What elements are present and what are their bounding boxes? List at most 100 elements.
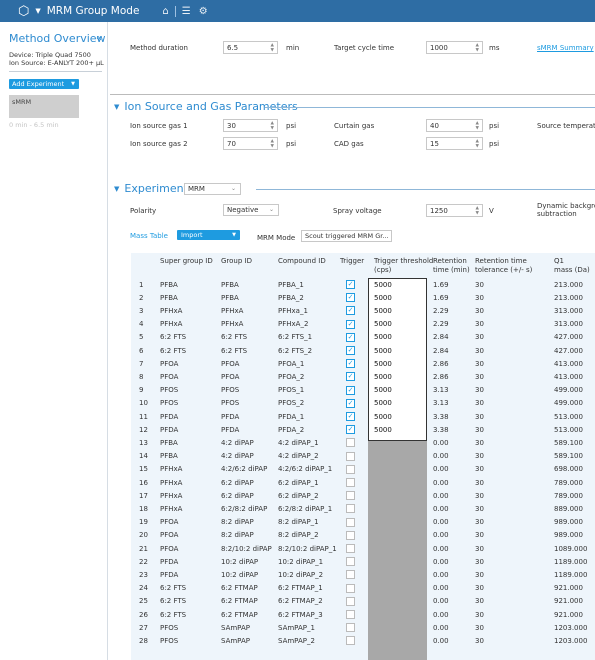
experiment-type-select[interactable]: MRM ⌄: [184, 183, 241, 195]
table-row[interactable]: 27 PFOS SAmPAP SAmPAP_1 0.00 30 1203.000: [131, 621, 595, 634]
col-header-trigger[interactable]: Trigger: [340, 257, 364, 266]
curtain-gas-input[interactable]: 40 ▲ ▼: [426, 119, 483, 132]
trigger-checkbox[interactable]: ✓: [346, 280, 355, 289]
mrm-mode-select[interactable]: Scout triggered MRM Gr...: [301, 230, 392, 242]
spinner-arrows-icon[interactable]: ▲ ▼: [476, 206, 479, 216]
trigger-checkbox[interactable]: [346, 636, 355, 646]
table-row[interactable]: 11 PFDA PFDA PFDA_1 3.38 30 513.000 ✓ 5000: [131, 410, 595, 423]
table-row[interactable]: 23 PFDA 10:2 diPAP 10:2 diPAP_2 0.00 30 1189.0…: [131, 568, 595, 581]
trigger-checkbox[interactable]: [346, 504, 355, 514]
trigger-checkbox[interactable]: ✓: [346, 372, 355, 382]
cell-trigger-threshold[interactable]: 5000: [374, 347, 392, 355]
table-row[interactable]: 10 PFOS PFOS PFOS_2 3.13 30 499.000 ✓ 5000: [131, 397, 595, 410]
table-row[interactable]: 9 PFOS PFOS PFOS_1 3.13 30 499.000 ✓ 5000: [131, 384, 595, 397]
col-header-compound[interactable]: Compound ID: [278, 257, 326, 266]
trigger-checkbox[interactable]: [346, 596, 355, 606]
table-row[interactable]: 19 PFOA 8:2 diPAP 8:2 diPAP_1 0.00 30 989.000: [131, 516, 595, 529]
import-button[interactable]: Import ▼: [177, 230, 240, 240]
table-row[interactable]: 1 PFBA PFBA PFBA_1 1.69 30 213.000 ✓ 5000: [131, 278, 595, 291]
trigger-checkbox[interactable]: ✓: [346, 398, 355, 408]
trigger-checkbox[interactable]: ✓: [346, 359, 355, 369]
trigger-checkbox[interactable]: ✓: [346, 319, 355, 329]
cell-trigger-threshold[interactable]: 5000: [374, 281, 392, 289]
trigger-checkbox[interactable]: [346, 544, 355, 553]
cad-gas-input[interactable]: 15 ▲ ▼: [426, 137, 483, 150]
chevron-down-icon[interactable]: ▼: [35, 7, 40, 15]
table-row[interactable]: 28 PFOS SAmPAP SAmPAP_2 0.00 30 1203.000: [131, 634, 595, 647]
col-header-group[interactable]: Group ID: [221, 257, 252, 266]
col-header-threshold[interactable]: Trigger threshold (cps): [374, 257, 433, 274]
trigger-checkbox[interactable]: ✓: [346, 332, 355, 342]
method-duration-input[interactable]: 6.5 ▲ ▼: [223, 41, 278, 54]
target-cycle-time-input[interactable]: 1000 ▲ ▼: [426, 41, 483, 54]
table-row[interactable]: 18 PFHxA 6:2/8:2 diPAP 6:2/8:2 diPAP_1 0.00 3…: [131, 502, 595, 515]
cell-trigger-threshold[interactable]: 5000: [374, 320, 392, 328]
cell-trigger-threshold[interactable]: 5000: [374, 294, 392, 302]
double-chevron-left-icon[interactable]: «: [96, 33, 102, 44]
trigger-checkbox[interactable]: [346, 623, 355, 633]
polarity-select[interactable]: Negative ⌄: [223, 204, 279, 216]
col-header-q1-mass[interactable]: Q1 mass (Da): [554, 257, 590, 274]
cell-trigger-threshold[interactable]: 5000: [374, 360, 392, 368]
table-row[interactable]: 21 PFOA 8:2/10:2 diPAP 8:2/10:2 diPAP_1 0.00…: [131, 542, 595, 555]
list-icon[interactable]: ☰: [182, 6, 191, 17]
table-row[interactable]: 24 6:2 FTS 6:2 FTMAP 6:2 FTMAP_1 0.00 30 921.0…: [131, 582, 595, 595]
cell-trigger-threshold[interactable]: 5000: [374, 413, 392, 421]
trigger-checkbox[interactable]: ✓: [346, 346, 355, 355]
trigger-checkbox[interactable]: ✓: [346, 385, 355, 395]
home-icon[interactable]: ⌂: [162, 6, 168, 17]
ion-source-gas-1-input[interactable]: 30 ▲ ▼: [223, 119, 278, 132]
table-row[interactable]: 3 PFHxA PFHxA PFHxa_1 2.29 30 313.000 ✓ 5000: [131, 304, 595, 317]
trigger-checkbox[interactable]: [346, 583, 355, 593]
table-row[interactable]: 6 6:2 FTS 6:2 FTS 6:2 FTS_2 2.84 30 427.000 ✓ 50…: [131, 344, 595, 357]
cell-trigger-threshold[interactable]: 5000: [374, 373, 392, 381]
spinner-arrows-icon[interactable]: ▲ ▼: [271, 139, 274, 149]
table-row[interactable]: 25 6:2 FTS 6:2 FTMAP 6:2 FTMAP_2 0.00 30 921.0…: [131, 595, 595, 608]
col-header-retention-time[interactable]: Retention time (min): [433, 257, 470, 274]
trigger-checkbox[interactable]: ✓: [346, 306, 355, 316]
col-header-rt-tolerance[interactable]: Retention time tolerance (+/- s): [475, 257, 532, 274]
trigger-checkbox[interactable]: [346, 438, 355, 448]
experiment-section-header[interactable]: ▼ Experiment: [114, 182, 188, 195]
trigger-checkbox[interactable]: [346, 570, 355, 580]
spinner-arrows-icon[interactable]: ▲ ▼: [476, 121, 479, 131]
trigger-checkbox[interactable]: ✓: [346, 293, 355, 303]
table-row[interactable]: 26 6:2 FTS 6:2 FTMAP 6:2 FTMAP_3 0.00 30 921.0…: [131, 608, 595, 621]
trigger-checkbox[interactable]: [346, 610, 355, 619]
table-row[interactable]: 17 PFHxA 6:2 diPAP 6:2 diPAP_2 0.00 30 789.000: [131, 489, 595, 502]
cell-trigger-threshold[interactable]: 5000: [374, 333, 392, 341]
table-row[interactable]: 15 PFHxA 4:2/6:2 diPAP 4:2/6:2 diPAP_1 0.00 3…: [131, 463, 595, 476]
table-row[interactable]: 22 PFDA 10:2 diPAP 10:2 diPAP_1 0.00 30 1189.0…: [131, 555, 595, 568]
cell-trigger-threshold[interactable]: 5000: [374, 307, 392, 315]
trigger-checkbox[interactable]: [346, 557, 355, 567]
experiment-block-smrm[interactable]: sMRM: [9, 95, 79, 118]
cell-trigger-threshold[interactable]: 5000: [374, 426, 392, 434]
trigger-checkbox[interactable]: [346, 530, 355, 540]
table-row[interactable]: 2 PFBA PFBA PFBA_2 1.69 30 213.000 ✓ 5000: [131, 291, 595, 304]
hexagon-icon[interactable]: ⬡: [18, 5, 29, 18]
table-row[interactable]: 12 PFDA PFDA PFDA_2 3.38 30 513.000 ✓ 5000: [131, 423, 595, 436]
gear-icon[interactable]: ⚙: [199, 6, 208, 17]
trigger-checkbox[interactable]: [346, 491, 355, 501]
trigger-checkbox[interactable]: [346, 451, 355, 461]
spinner-arrows-icon[interactable]: ▲ ▼: [476, 139, 479, 149]
table-row[interactable]: 20 PFOA 8:2 diPAP 8:2 diPAP_2 0.00 30 989.000: [131, 529, 595, 542]
spray-voltage-input[interactable]: 1250 ▲ ▼: [426, 204, 483, 217]
table-row[interactable]: 16 PFHxA 6:2 diPAP 6:2 diPAP_1 0.00 30 789.000: [131, 476, 595, 489]
spinner-arrows-icon[interactable]: ▲ ▼: [271, 121, 274, 131]
table-row[interactable]: 4 PFHxA PFHxA PFHxA_2 2.29 30 313.000 ✓ 5000: [131, 318, 595, 331]
spinner-arrows-icon[interactable]: ▲ ▼: [476, 43, 479, 53]
spinner-arrows-icon[interactable]: ▲ ▼: [271, 43, 274, 53]
table-row[interactable]: 5 6:2 FTS 6:2 FTS 6:2 FTS_1 2.84 30 427.000 ✓ 50…: [131, 331, 595, 344]
ion-source-gas-2-input[interactable]: 70 ▲ ▼: [223, 137, 278, 150]
trigger-checkbox[interactable]: [346, 517, 355, 527]
cell-trigger-threshold[interactable]: 5000: [374, 399, 392, 407]
trigger-checkbox[interactable]: [346, 478, 355, 487]
table-row[interactable]: 7 PFOA PFOA PFOA_1 2.86 30 413.000 ✓ 5000: [131, 357, 595, 370]
trigger-checkbox[interactable]: ✓: [346, 425, 355, 435]
cell-trigger-threshold[interactable]: 5000: [374, 386, 392, 394]
col-header-super-group[interactable]: Super group ID: [160, 257, 213, 266]
smrm-summary-link[interactable]: sMRM Summary: [537, 44, 594, 52]
table-row[interactable]: 13 PFBA 4:2 diPAP 4:2 diPAP_1 0.00 30 589.100: [131, 436, 595, 449]
trigger-checkbox[interactable]: [346, 464, 355, 474]
